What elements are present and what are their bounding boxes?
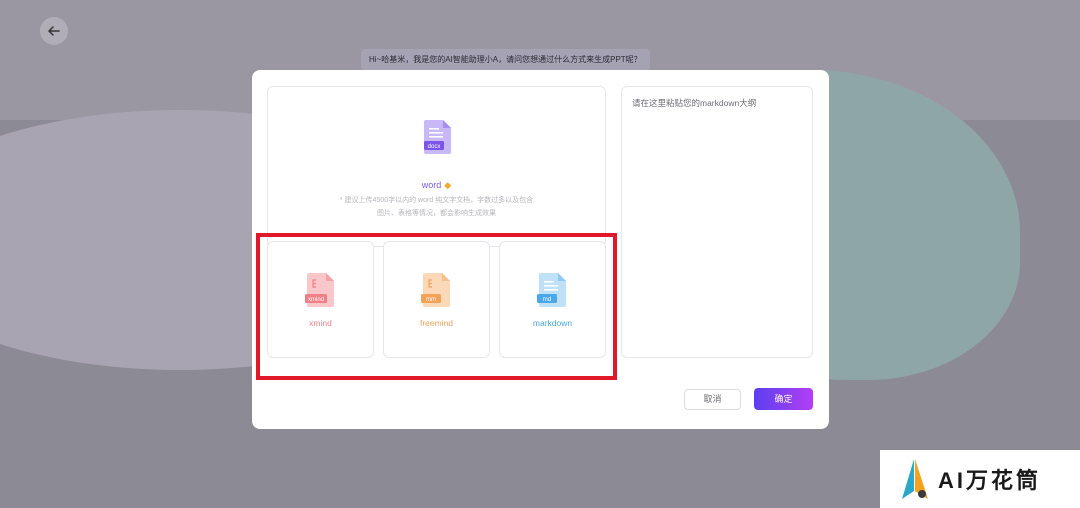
- confirm-button[interactable]: 确定: [754, 388, 813, 410]
- word-label: word ◆: [268, 180, 605, 191]
- markdown-outline-input[interactable]: 请在这里粘贴您的markdown大纲: [621, 86, 813, 358]
- docx-badge: docx: [428, 144, 441, 150]
- word-upload-card[interactable]: docx word ◆ * 建议上传4500字以内的 word 纯文字文档，字数过…: [267, 86, 606, 247]
- textarea-placeholder: 请在这里粘贴您的markdown大纲: [632, 98, 757, 108]
- arrow-left-icon: [48, 26, 60, 36]
- hint-line: * 建议上传4500字以内的 word 纯文字文档，字数过多以及包含: [339, 197, 534, 204]
- watermark-text: AI万花筒: [938, 468, 1042, 493]
- word-label-text: word: [421, 180, 442, 190]
- logo-icon: [902, 459, 928, 499]
- cancel-button[interactable]: 取消: [684, 389, 741, 410]
- diamond-icon: ◆: [444, 180, 452, 190]
- back-button[interactable]: [40, 17, 68, 45]
- docx-file-icon: docx: [424, 120, 451, 154]
- assistant-greeting: Hi~哈基米，我是您的AI智能助理小A，请问您想通过什么方式来生成PPT呢？: [361, 49, 650, 71]
- hint-line: 图片、表格等情况，都会影响生成效果: [377, 210, 496, 217]
- word-upload-hint: * 建议上传4500字以内的 word 纯文字文档，字数过多以及包含 图片、表格…: [308, 194, 565, 220]
- highlight-box: [256, 233, 617, 380]
- watermark: AI万花筒: [880, 450, 1080, 508]
